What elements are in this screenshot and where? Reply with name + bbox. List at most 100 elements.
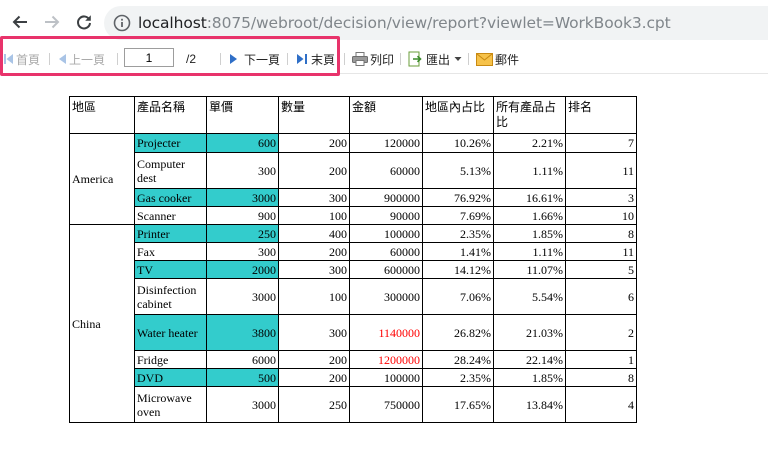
region-share-cell: 2.35%: [422, 224, 494, 243]
table-row: DVD 500 200 100000 2.35% 1.85% 8: [70, 368, 637, 387]
table-row: Fridge 6000 200 1200000 28.24% 22.14% 1: [70, 350, 637, 369]
export-icon: [408, 51, 422, 67]
total-share-cell: 1.11%: [493, 242, 566, 261]
rank-cell: 8: [565, 224, 637, 243]
forward-arrow-icon[interactable]: [40, 10, 64, 34]
product-name-cell: Projecter: [134, 133, 207, 153]
amount-cell: 1140000: [349, 314, 423, 351]
mail-button[interactable]: 郵件: [476, 44, 519, 74]
amount-cell: 120000: [349, 133, 423, 153]
product-name-cell: Scanner: [134, 206, 207, 225]
back-arrow-icon[interactable]: [8, 10, 32, 34]
column-header: 單價: [206, 96, 279, 134]
total-share-cell: 2.21%: [493, 133, 566, 153]
toolbar-divider: [49, 53, 50, 65]
product-name-cell: TV: [134, 260, 207, 279]
table-header-row: 地區 產品名稱 單價 數量 金額 地區內占比 所有產品占比 排名: [69, 96, 637, 134]
column-header: 數量: [278, 96, 350, 134]
unit-price-cell: 900: [206, 206, 279, 225]
rank-cell: 8: [565, 368, 637, 387]
product-name-cell: Microwave oven: [134, 386, 207, 423]
rank-cell: 10: [565, 206, 637, 225]
prev-page-label: 上一頁: [69, 52, 106, 67]
quantity-cell: 200: [278, 242, 350, 261]
prev-page-button[interactable]: 上一頁: [58, 44, 105, 74]
product-name-cell: Fax: [134, 242, 207, 261]
rank-cell: 3: [565, 188, 637, 207]
column-header: 排名: [565, 96, 637, 134]
table-row: America Projecter 600 200 120000 10.26% 2.21% 7: [69, 133, 637, 225]
product-name-cell: Gas cooker: [134, 188, 207, 207]
mail-icon: [476, 52, 493, 66]
unit-price-cell: 3000: [206, 278, 279, 315]
region-share-cell: 17.65%: [422, 386, 494, 423]
toolbar-divider: [287, 53, 288, 65]
column-header: 地區: [69, 96, 135, 134]
unit-price-cell: 2000: [206, 260, 279, 279]
table-row: TV 2000 300 600000 14.12% 11.07% 5: [70, 260, 637, 279]
dropdown-caret-icon: [454, 57, 462, 61]
unit-price-cell: 3000: [206, 188, 279, 207]
rank-cell: 11: [565, 152, 637, 189]
next-page-label: 下一頁: [244, 52, 281, 67]
address-bar[interactable]: localhost:8075/webroot/decision/view/rep…: [104, 6, 768, 40]
column-header: 所有產品占比: [493, 96, 566, 134]
total-share-cell: 11.07%: [493, 260, 566, 279]
region-cell: China: [69, 224, 135, 423]
unit-price-cell: 3800: [206, 314, 279, 351]
rank-cell: 7: [565, 133, 637, 153]
table-row: Fax 300 200 60000 1.41% 1.11% 11: [70, 242, 637, 261]
product-name-cell: DVD: [134, 368, 207, 387]
amount-cell: 600000: [349, 260, 423, 279]
quantity-cell: 200: [278, 152, 350, 189]
region-share-cell: 7.69%: [422, 206, 494, 225]
amount-cell: 900000: [349, 188, 423, 207]
info-icon[interactable]: [113, 14, 131, 32]
amount-cell: 60000: [349, 152, 423, 189]
url-host: localhost: [138, 14, 207, 32]
quantity-cell: 300: [278, 314, 350, 351]
first-page-button[interactable]: 首頁: [4, 44, 40, 74]
total-share-cell: 1.11%: [493, 152, 566, 189]
region-share-cell: 28.24%: [422, 350, 494, 369]
total-share-cell: 16.61%: [493, 188, 566, 207]
table-body: America Projecter 600 200 120000 10.26% 2.21% 7…: [69, 133, 637, 423]
url-text[interactable]: localhost:8075/webroot/decision/view/rep…: [138, 14, 671, 32]
next-page-button[interactable]: 下一頁: [229, 44, 280, 74]
region-share-cell: 2.35%: [422, 368, 494, 387]
last-page-button[interactable]: 末頁: [296, 44, 335, 74]
product-name-cell: Fridge: [134, 350, 207, 369]
browser-chrome: localhost:8075/webroot/decision/view/rep…: [0, 0, 768, 44]
unit-price-cell: 6000: [206, 350, 279, 369]
region-cell: America: [69, 133, 135, 225]
export-label: 匯出: [426, 52, 451, 67]
quantity-cell: 200: [278, 368, 350, 387]
toolbar-divider: [468, 53, 469, 65]
table-row: Computer dest 300 200 60000 5.13% 1.11% 11: [70, 152, 637, 189]
rank-cell: 1: [565, 350, 637, 369]
amount-cell: 300000: [349, 278, 423, 315]
amount-cell: 750000: [349, 386, 423, 423]
page-number-input[interactable]: [124, 48, 174, 67]
table-row: Microwave oven 3000 250 750000 17.65% 13.84% 4: [70, 386, 637, 423]
first-page-icon: [4, 54, 13, 64]
reload-icon[interactable]: [72, 10, 96, 34]
page-total: /2: [186, 52, 197, 66]
prev-page-icon: [59, 54, 66, 64]
amount-cell: 90000: [349, 206, 423, 225]
printer-icon: [352, 52, 368, 66]
first-page-label: 首頁: [16, 52, 41, 67]
print-button[interactable]: 列印: [352, 44, 394, 74]
column-header: 地區內占比: [422, 96, 494, 134]
toolbar-divider: [220, 53, 221, 65]
product-name-cell: Printer: [134, 224, 207, 243]
rank-cell: 6: [565, 278, 637, 315]
export-dropdown-button[interactable]: 匯出: [408, 44, 462, 74]
region-share-cell: 10.26%: [422, 133, 494, 153]
quantity-cell: 250: [278, 386, 350, 423]
table-row: Disinfection cabinet 3000 100 300000 7.06% 5.…: [70, 278, 637, 315]
total-share-cell: 22.14%: [493, 350, 566, 369]
unit-price-cell: 500: [206, 368, 279, 387]
column-header: 金額: [349, 96, 423, 134]
total-share-cell: 1.85%: [493, 368, 566, 387]
